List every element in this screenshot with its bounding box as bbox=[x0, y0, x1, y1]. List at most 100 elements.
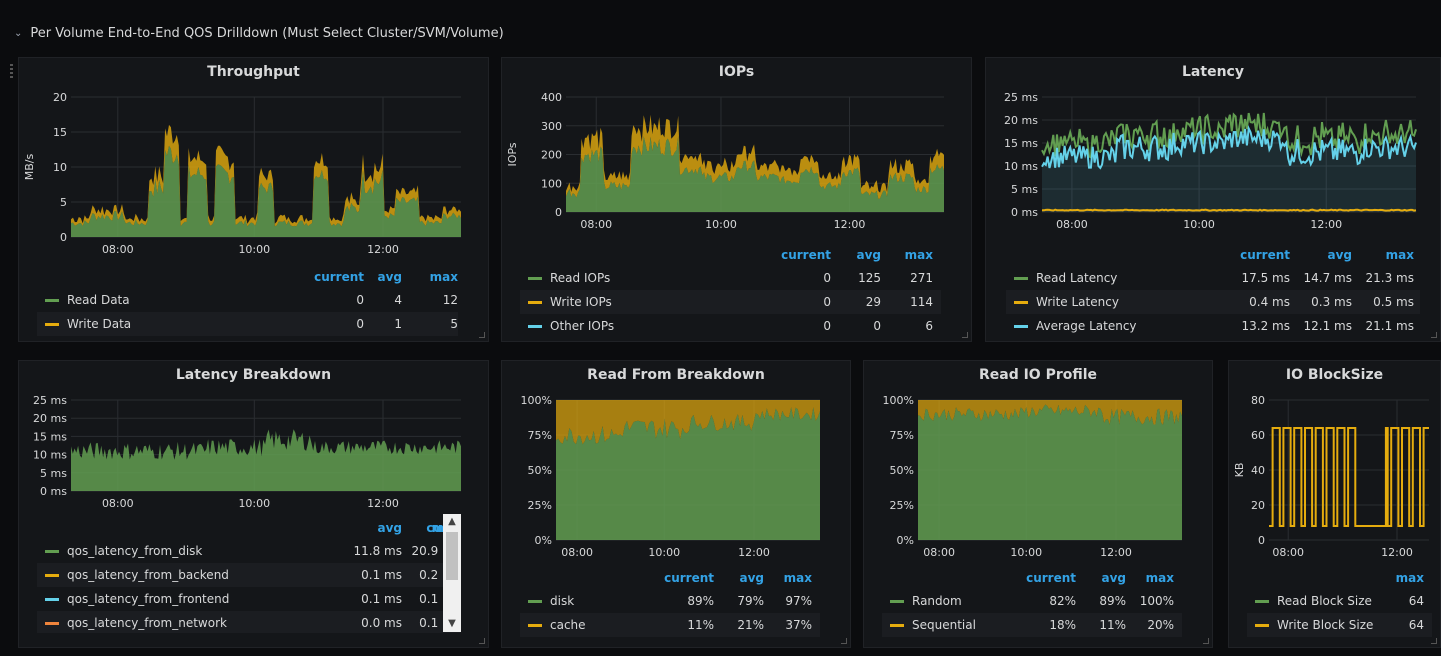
legend-column-avg[interactable]: avg bbox=[377, 270, 402, 284]
read-io-graph[interactable]: 100% 75% 50% 25% 0% 08:00 10:00 12:00 bbox=[864, 391, 1214, 571]
legend-series-name[interactable]: Write Latency bbox=[1036, 290, 1119, 314]
resize-handle-icon[interactable] bbox=[841, 638, 847, 644]
panel-title[interactable]: Read From Breakdown bbox=[502, 367, 850, 383]
read-from-graph[interactable]: 100% 75% 50% 25% 0% 08:00 10:00 12:00 bbox=[502, 391, 852, 571]
panel-throughput[interactable]: Throughput 20 15 10 5 0 08:00 10:00 12:00 MB/s m… bbox=[18, 57, 489, 342]
legend-column-max[interactable]: max bbox=[784, 571, 812, 585]
legend-column-current[interactable]: current bbox=[1026, 571, 1076, 585]
panel-read-io-profile[interactable]: Read IO Profile 100% 75% 50% 25% 0% 08:00 10:0… bbox=[863, 360, 1213, 648]
legend-header: maxavgcurre bbox=[37, 521, 460, 539]
resize-handle-icon[interactable] bbox=[479, 332, 485, 338]
scroll-down-icon[interactable]: ▼ bbox=[443, 616, 461, 632]
legend-series-name[interactable]: qos_latency_from_network bbox=[67, 611, 227, 633]
legend-series-name[interactable]: Random bbox=[912, 589, 962, 613]
legend-swatch bbox=[45, 550, 59, 553]
legend-column-avg[interactable]: avg bbox=[856, 248, 881, 262]
y-tick-label: 200 bbox=[541, 149, 562, 162]
legend-series-name[interactable]: qos_latency_from_disk bbox=[67, 539, 202, 563]
panel-title[interactable]: IO BlockSize bbox=[1229, 367, 1440, 383]
legend-item[interactable]: Sequential 20% 11% 18% bbox=[882, 613, 1182, 637]
legend-value-avg: 89% bbox=[1099, 594, 1126, 608]
legend-column-current[interactable]: current bbox=[1240, 248, 1290, 262]
legend-series-name[interactable]: Write IOPs bbox=[550, 290, 612, 314]
legend-column-avg[interactable]: avg bbox=[1327, 248, 1352, 262]
legend-item[interactable]: Write Data 5 1 0 bbox=[37, 312, 458, 336]
legend-series-name[interactable]: disk bbox=[550, 589, 574, 613]
blocksize-graph[interactable]: 80 60 40 20 0 08:00 12:00 KB bbox=[1229, 391, 1441, 571]
throughput-graph[interactable]: 20 15 10 5 0 08:00 10:00 12:00 MB/s bbox=[19, 88, 490, 298]
legend-series-name[interactable]: Sequential bbox=[912, 613, 976, 637]
panel-io-blocksize[interactable]: IO BlockSize 80 60 40 20 0 08:00 12:00 KB max Re… bbox=[1228, 360, 1441, 648]
row-header[interactable]: ⌄ Per Volume End-to-End QOS Drilldown (M… bbox=[14, 26, 504, 41]
legend-series-name[interactable]: Read Latency bbox=[1036, 266, 1117, 290]
legend-column-avg[interactable]: avg bbox=[377, 521, 402, 535]
legend-item[interactable]: qos_latency_from_frontend0.1 ms0.1 ms0 bbox=[37, 587, 460, 611]
legend-column-avg[interactable]: avg bbox=[1101, 571, 1126, 585]
panel-read-from-breakdown[interactable]: Read From Breakdown 100% 75% 50% 25% 0% 08:00… bbox=[501, 360, 851, 648]
legend-item[interactable]: Average Latency 21.1 ms 12.1 ms 13.2 ms bbox=[1006, 314, 1420, 338]
drag-handle-icon[interactable] bbox=[10, 64, 13, 80]
legend-value-avg: 0.0 ms bbox=[361, 616, 402, 630]
legend-item[interactable]: Read Data 12 4 0 bbox=[37, 288, 458, 312]
legend-column-max[interactable]: max bbox=[1146, 571, 1174, 585]
legend-column-current[interactable]: current bbox=[664, 571, 714, 585]
chevron-down-icon[interactable]: ⌄ bbox=[14, 28, 22, 39]
legend-item[interactable]: qos_latency_from_disk20.9 ms11.8 ms0 bbox=[37, 539, 460, 563]
resize-handle-icon[interactable] bbox=[1431, 638, 1437, 644]
y-axis-label: MB/s bbox=[23, 153, 36, 180]
legend-column-max[interactable]: max bbox=[430, 270, 458, 284]
legend-series-name[interactable]: Read IOPs bbox=[550, 266, 610, 290]
legend-item[interactable]: disk 97% 79% 89% bbox=[520, 589, 820, 613]
panel-title[interactable]: Latency bbox=[986, 64, 1440, 80]
legend-value-avg: 4 bbox=[394, 293, 402, 307]
legend-item[interactable]: Other IOPs 6 0 0 bbox=[520, 314, 941, 338]
legend-column-avg[interactable]: avg bbox=[739, 571, 764, 585]
legend-column-max[interactable]: max bbox=[905, 248, 933, 262]
panel-latency-breakdown[interactable]: Latency Breakdown 25 ms 20 ms 15 ms 10 ms 5 … bbox=[18, 360, 489, 648]
legend-series-name[interactable]: Write Data bbox=[67, 312, 131, 336]
legend-series-name[interactable]: qos_latency_from_backend bbox=[67, 563, 229, 587]
scroll-up-icon[interactable]: ▲ bbox=[443, 514, 461, 530]
legend-item[interactable]: Write Latency 0.5 ms 0.3 ms 0.4 ms bbox=[1006, 290, 1420, 314]
legend-scrollbar[interactable]: ▲ ▼ bbox=[443, 514, 461, 632]
panel-title[interactable]: Latency Breakdown bbox=[19, 367, 488, 383]
legend-item[interactable]: qos_latency_from_network0.1 ms0.0 ms0 bbox=[37, 611, 460, 633]
legend-item[interactable]: Write Block Size 64 bbox=[1247, 613, 1432, 637]
resize-handle-icon[interactable] bbox=[1203, 638, 1209, 644]
legend-item[interactable]: Read IOPs 271 125 0 bbox=[520, 266, 941, 290]
legend-swatch bbox=[890, 600, 904, 603]
panel-latency[interactable]: Latency 25 ms 20 ms 15 ms 10 ms 5 ms 0 ms 08:0… bbox=[985, 57, 1441, 342]
legend-series-name[interactable]: Write Block Size bbox=[1277, 613, 1373, 637]
panel-iops[interactable]: IOPs 400 300 200 100 0 08:00 10:00 12:00 IOPs ma… bbox=[501, 57, 972, 342]
legend-item[interactable]: cache 37% 21% 11% bbox=[520, 613, 820, 637]
legend-series-name[interactable]: Other IOPs bbox=[550, 314, 614, 338]
y-tick-label: 75% bbox=[890, 429, 914, 442]
scroll-thumb[interactable] bbox=[446, 532, 458, 580]
x-tick-label: 10:00 bbox=[648, 546, 680, 559]
legend-series-name[interactable]: Read Data bbox=[67, 288, 130, 312]
legend-item[interactable]: Write IOPs 114 29 0 bbox=[520, 290, 941, 314]
y-tick-label: 25% bbox=[890, 499, 914, 512]
panel-title[interactable]: Throughput bbox=[19, 64, 488, 80]
legend-value-avg: 125 bbox=[858, 271, 881, 285]
legend-value-max: 21.1 ms bbox=[1365, 319, 1414, 333]
legend-item[interactable]: Read Latency 21.3 ms 14.7 ms 17.5 ms bbox=[1006, 266, 1420, 290]
legend-series-name[interactable]: cache bbox=[550, 613, 586, 637]
legend-column-current[interactable]: current bbox=[781, 248, 831, 262]
y-tick-label: 75% bbox=[528, 429, 552, 442]
legend-series-name[interactable]: Average Latency bbox=[1036, 314, 1137, 338]
y-tick-label: 0 bbox=[555, 206, 562, 219]
legend-column-max[interactable]: max bbox=[1386, 248, 1414, 262]
legend-item[interactable]: qos_latency_from_backend0.2 ms0.1 ms0 bbox=[37, 563, 460, 587]
legend-column-max[interactable]: max bbox=[1396, 571, 1424, 585]
resize-handle-icon[interactable] bbox=[479, 638, 485, 644]
resize-handle-icon[interactable] bbox=[1431, 332, 1437, 338]
legend-item[interactable]: Random 100% 89% 82% bbox=[882, 589, 1182, 613]
legend-series-name[interactable]: Read Block Size bbox=[1277, 589, 1372, 613]
legend-item[interactable]: Read Block Size 64 bbox=[1247, 589, 1432, 613]
resize-handle-icon[interactable] bbox=[962, 332, 968, 338]
legend-series-name[interactable]: qos_latency_from_frontend bbox=[67, 587, 229, 611]
panel-title[interactable]: IOPs bbox=[502, 64, 971, 80]
panel-title[interactable]: Read IO Profile bbox=[864, 367, 1212, 383]
legend-column-current[interactable]: current bbox=[314, 270, 364, 284]
